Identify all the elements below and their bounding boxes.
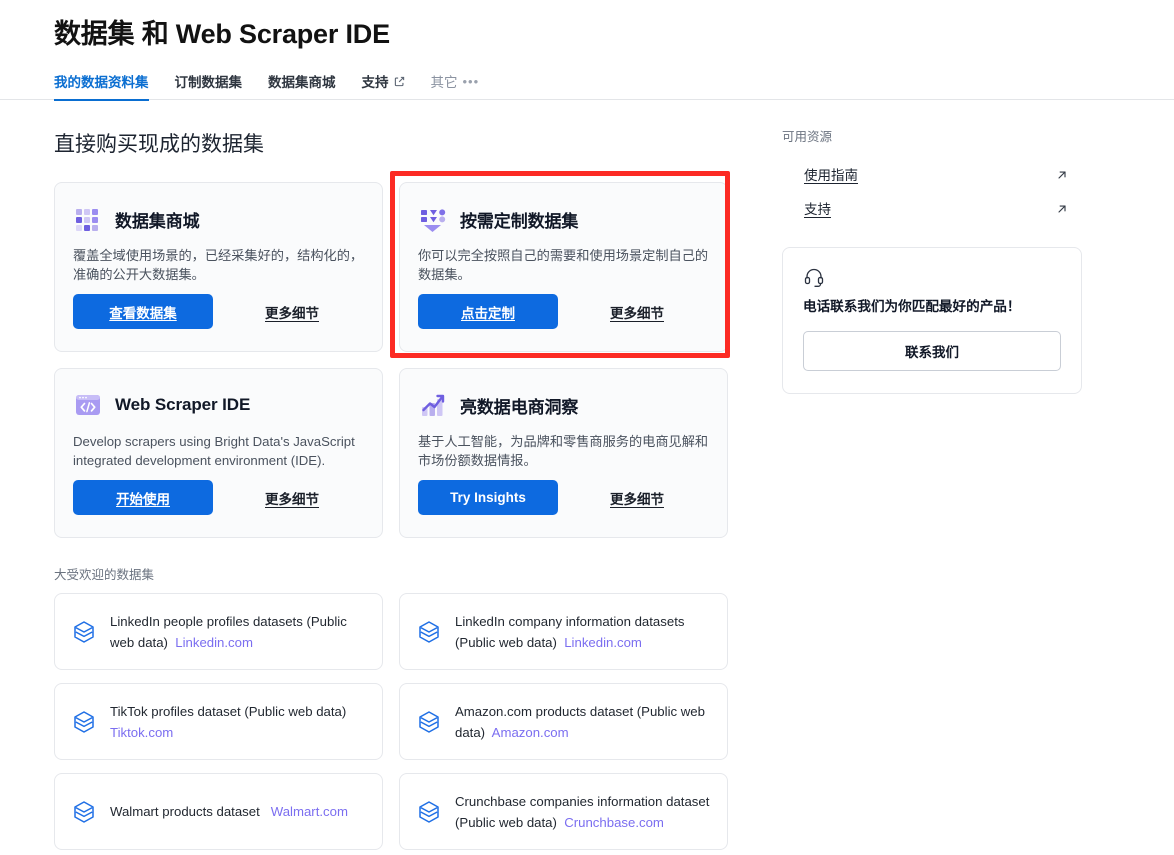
more-details-link[interactable]: 更多细节	[265, 488, 319, 508]
list-item[interactable]: Amazon.com products dataset (Public web …	[399, 683, 728, 760]
tab-label: 其它	[430, 75, 458, 90]
customize-button[interactable]: 点击定制	[418, 294, 558, 329]
ellipsis-icon: •••	[462, 73, 480, 89]
card-header: 按需定制数据集	[418, 203, 709, 235]
page-body: 直接购买现成的数据集 数据集商城 覆盖全域使用场景的，已经采集好的，结构化的，准…	[0, 100, 1174, 850]
card-header: 亮数据电商洞察	[418, 389, 709, 421]
contact-card-title: 电话联系我们为你匹配最好的产品！	[803, 299, 1021, 314]
resources-label: 可用资源	[782, 130, 833, 144]
sidebar-link-user-guide[interactable]: 使用指南	[782, 157, 1082, 191]
dataset-name: Walmart products dataset	[110, 804, 260, 819]
tab-custom-datasets[interactable]: 订制数据集	[175, 71, 243, 100]
tab-dataset-marketplace[interactable]: 数据集商城	[268, 71, 336, 100]
list-item-text: LinkedIn people profiles datasets (Publi…	[110, 611, 368, 653]
headset-icon	[803, 266, 825, 288]
list-item[interactable]: Walmart products dataset Walmart.com	[54, 773, 383, 850]
list-item-text: Amazon.com products dataset (Public web …	[455, 701, 713, 743]
card-header: 数据集商城	[73, 203, 364, 235]
card-title: 数据集商城	[115, 211, 200, 231]
list-item-text: TikTok profiles dataset (Public web data…	[110, 701, 346, 743]
funnel-filter-icon	[418, 204, 448, 234]
get-started-button[interactable]: 开始使用	[73, 480, 213, 515]
try-insights-button[interactable]: Try Insights	[418, 480, 558, 515]
section-title: 直接购买现成的数据集	[54, 133, 264, 156]
card-description: 基于人工智能，为品牌和零售商服务的电商见解和市场份额数据情报。	[418, 434, 709, 468]
tab-support[interactable]: 支持	[362, 71, 405, 100]
dataset-domain[interactable]: Crunchbase.com	[564, 815, 664, 830]
dataset-domain[interactable]: Walmart.com	[271, 804, 348, 819]
code-window-icon	[73, 390, 103, 420]
external-link-icon	[394, 76, 405, 87]
page-title: 数据集 和 Web Scraper IDE	[54, 19, 390, 49]
dataset-stack-icon	[71, 709, 97, 735]
tab-label: 支持	[361, 75, 389, 90]
dataset-stack-icon	[416, 709, 442, 735]
product-card-web-scraper-ide[interactable]: Web Scraper IDE Develop scrapers using B…	[54, 368, 383, 538]
grid-squares-icon	[73, 204, 103, 234]
dataset-domain[interactable]: Linkedin.com	[564, 635, 642, 650]
dataset-stack-icon	[416, 619, 442, 645]
tab-my-datasets[interactable]: 我的数据资料集	[54, 71, 149, 101]
card-actions: 查看数据集 更多细节	[73, 294, 364, 329]
list-item[interactable]: LinkedIn people profiles datasets (Publi…	[54, 593, 383, 670]
more-details-link[interactable]: 更多细节	[610, 488, 664, 508]
list-item[interactable]: Crunchbase companies information dataset…	[399, 773, 728, 850]
card-actions: 点击定制 更多细节	[418, 294, 709, 329]
more-details-link[interactable]: 更多细节	[265, 302, 319, 322]
main-column: 直接购买现成的数据集 数据集商城 覆盖全域使用场景的，已经采集好的，结构化的，准…	[54, 100, 744, 850]
card-description: Develop scrapers using Bright Data's Jav…	[73, 434, 355, 468]
external-arrow-icon	[1056, 168, 1068, 180]
dataset-stack-icon	[71, 619, 97, 645]
list-item-text: LinkedIn company information datasets (P…	[455, 611, 713, 653]
sidebar-link-label: 支持	[804, 202, 831, 217]
product-card-dataset-marketplace[interactable]: 数据集商城 覆盖全域使用场景的，已经采集好的，结构化的，准确的公开大数据集。 查…	[54, 182, 383, 352]
dataset-domain[interactable]: Linkedin.com	[175, 635, 253, 650]
card-title: 亮数据电商洞察	[460, 397, 579, 417]
card-title: Web Scraper IDE	[115, 395, 251, 414]
sidebar-link-label: 使用指南	[804, 168, 858, 183]
bar-chart-arrow-icon	[418, 390, 448, 420]
product-cards-region: 数据集商城 覆盖全域使用场景的，已经采集好的，结构化的，准确的公开大数据集。 查…	[54, 171, 744, 538]
dataset-domain[interactable]: Tiktok.com	[110, 725, 173, 740]
tab-label: 订制数据集	[174, 75, 243, 90]
popular-datasets-grid: LinkedIn people profiles datasets (Publi…	[54, 593, 744, 850]
resources-sidebar: 可用资源 使用指南 支持 电话联系我们为你匹配最好的产品！ 联系我们	[782, 100, 1082, 850]
product-card-grid: 数据集商城 覆盖全域使用场景的，已经采集好的，结构化的，准确的公开大数据集。 查…	[54, 182, 744, 538]
card-description: 你可以完全按照自己的需要和使用场景定制自己的数据集。	[418, 248, 709, 282]
list-item[interactable]: LinkedIn company information datasets (P…	[399, 593, 728, 670]
list-item-text: Crunchbase companies information dataset…	[455, 791, 713, 833]
dataset-name: TikTok profiles dataset (Public web data…	[110, 703, 347, 719]
product-card-ecommerce-insights[interactable]: 亮数据电商洞察 基于人工智能，为品牌和零售商服务的电商见解和市场份额数据情报。 …	[399, 368, 728, 538]
view-datasets-button[interactable]: 查看数据集	[73, 294, 213, 329]
card-header: Web Scraper IDE	[73, 389, 364, 421]
external-arrow-icon	[1056, 202, 1068, 214]
contact-us-button[interactable]: 联系我们	[803, 331, 1061, 371]
tab-other[interactable]: 其它 •••	[431, 71, 480, 100]
list-item[interactable]: TikTok profiles dataset (Public web data…	[54, 683, 383, 760]
sidebar-link-support[interactable]: 支持	[782, 191, 1082, 225]
list-item-text: Walmart products dataset Walmart.com	[110, 801, 348, 822]
page-header: 数据集 和 Web Scraper IDE	[0, 0, 1174, 54]
dataset-stack-icon	[416, 799, 442, 825]
card-description: 覆盖全域使用场景的，已经采集好的，结构化的，准确的公开大数据集。	[73, 248, 364, 282]
tab-label: 我的数据资料集	[54, 75, 149, 90]
main-tabbar: 我的数据资料集 订制数据集 数据集商城 支持 其它 •••	[0, 66, 1174, 101]
dataset-domain[interactable]: Amazon.com	[492, 725, 569, 740]
tab-label: 数据集商城	[268, 75, 336, 90]
product-card-custom-dataset[interactable]: 按需定制数据集 你可以完全按照自己的需要和使用场景定制自己的数据集。 点击定制 …	[399, 182, 728, 352]
card-actions: 开始使用 更多细节	[73, 480, 364, 515]
dataset-stack-icon	[71, 799, 97, 825]
card-title: 按需定制数据集	[460, 211, 579, 231]
popular-datasets-label: 大受欢迎的数据集	[54, 568, 155, 582]
card-actions: Try Insights 更多细节	[418, 480, 709, 515]
more-details-link[interactable]: 更多细节	[610, 302, 664, 322]
contact-us-card: 电话联系我们为你匹配最好的产品！ 联系我们	[782, 247, 1082, 394]
